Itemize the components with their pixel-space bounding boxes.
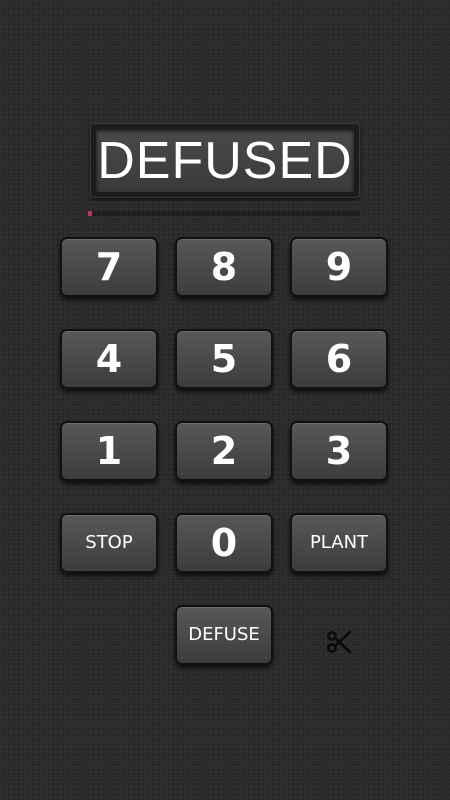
key-3[interactable]: 3 (290, 421, 388, 481)
stop-button-label: STOP (85, 532, 133, 553)
key-9-label: 9 (325, 245, 353, 289)
key-7-label: 7 (95, 245, 123, 289)
key-2-label: 2 (210, 429, 238, 473)
defuse-progress-fill (88, 211, 93, 216)
key-0-label: 0 (210, 521, 238, 565)
display-text: DEFUSED (96, 129, 354, 192)
scissors-icon[interactable] (324, 626, 356, 658)
key-5-label: 5 (210, 337, 238, 381)
key-9[interactable]: 9 (290, 237, 388, 297)
key-1[interactable]: 1 (60, 421, 158, 481)
key-5[interactable]: 5 (175, 329, 273, 389)
key-2[interactable]: 2 (175, 421, 273, 481)
key-1-label: 1 (95, 429, 123, 473)
defuse-progress-bar (88, 211, 360, 216)
key-6[interactable]: 6 (290, 329, 388, 389)
key-4-label: 4 (95, 337, 123, 381)
defuse-button[interactable]: DEFUSE (175, 605, 273, 665)
code-display: DEFUSED (90, 123, 360, 198)
key-4[interactable]: 4 (60, 329, 158, 389)
plant-button-label: PLANT (309, 532, 369, 553)
key-0[interactable]: 0 (175, 513, 273, 573)
key-6-label: 6 (325, 337, 353, 381)
scissors-icon-graphic (327, 630, 352, 654)
key-3-label: 3 (325, 429, 353, 473)
key-8-label: 8 (210, 245, 238, 289)
stop-button[interactable]: STOP (60, 513, 158, 573)
key-7[interactable]: 7 (60, 237, 158, 297)
plant-button[interactable]: PLANT (290, 513, 388, 573)
defuse-button-label: DEFUSE (188, 624, 260, 645)
key-8[interactable]: 8 (175, 237, 273, 297)
